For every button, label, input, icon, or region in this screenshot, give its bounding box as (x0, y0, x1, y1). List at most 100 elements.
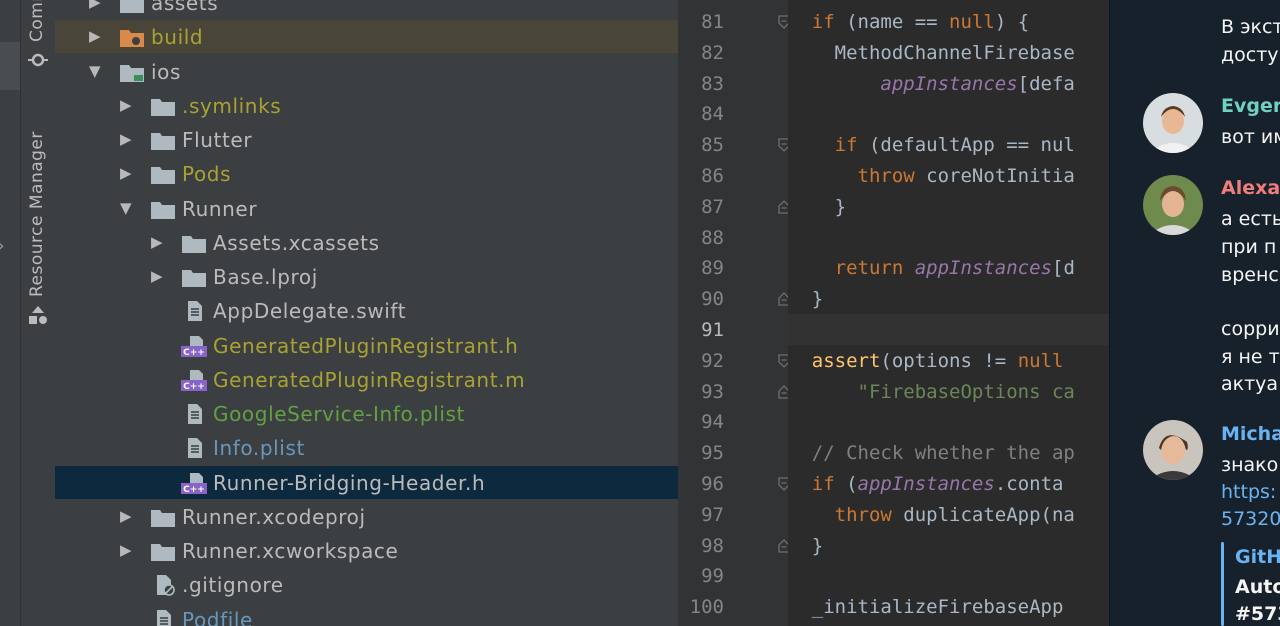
code-line[interactable]: assert(options != null (788, 349, 1064, 373)
line-number[interactable]: 94 (678, 410, 724, 434)
code-line[interactable]: } (788, 195, 846, 219)
code-line[interactable]: "FirebaseOptions ca (788, 380, 1075, 404)
message-line: вот им (1221, 126, 1280, 148)
code-line[interactable]: if (appInstances.conta (788, 472, 1064, 496)
commit-tool-button[interactable]: Commit (27, 0, 47, 42)
tree-item-label: .gitignore (182, 573, 284, 598)
tree-item[interactable]: ▶ Pods (55, 157, 678, 190)
line-number[interactable]: 99 (678, 564, 724, 588)
chevron-down-icon[interactable]: ▼ (120, 199, 132, 217)
code-line[interactable]: // Check whether the ap (788, 441, 1075, 465)
line-number[interactable]: 89 (678, 256, 724, 280)
cpp-header-icon: C++ (181, 472, 207, 495)
chevron-right-icon[interactable]: ▶ (151, 233, 163, 251)
avatar[interactable] (1143, 175, 1203, 235)
avatar[interactable] (1143, 420, 1203, 480)
line-number[interactable]: 81 (678, 10, 724, 34)
line-number[interactable]: 97 (678, 503, 724, 527)
message-link[interactable]: 57320 (1221, 506, 1280, 533)
line-number[interactable]: 95 (678, 441, 724, 465)
tree-item[interactable]: ▶ .symlinks (55, 89, 678, 122)
code-line[interactable]: } (788, 287, 823, 311)
chevron-right-icon[interactable]: ▶ (151, 268, 163, 285)
line-number[interactable]: 90 (678, 287, 724, 311)
message-link[interactable]: https: (1221, 479, 1276, 506)
code-line[interactable]: if (defaultApp == nul (788, 133, 1075, 157)
line-number[interactable]: 98 (678, 534, 724, 558)
tree-item[interactable]: C++ Runner-Bridging-Header.h (55, 465, 678, 499)
code-line[interactable]: return appInstances[d (788, 256, 1075, 280)
code-line[interactable]: appInstances[defa (788, 72, 1074, 96)
folder-icon (181, 232, 207, 254)
line-number[interactable]: 86 (678, 164, 724, 188)
chevron-right-icon[interactable]: ▶ (120, 507, 132, 525)
editor-gutter[interactable]: 81 82 83 84 85 86 87 88 89 90 91 92 93 94 95 96 97 98 99 10… (678, 0, 790, 626)
tree-item[interactable]: Podfile (55, 603, 678, 626)
chevron-right-icon[interactable]: ▶ (120, 96, 132, 114)
line-number[interactable]: 83 (678, 72, 724, 96)
resource-manager-icon[interactable] (26, 305, 50, 325)
svg-text:C++: C++ (183, 382, 205, 391)
code-line[interactable]: } (788, 534, 823, 558)
tree-item[interactable]: ▶ Flutter (55, 123, 678, 156)
tree-item[interactable]: C++ GeneratedPluginRegistrant.m (55, 363, 678, 396)
line-number[interactable]: 92 (678, 349, 724, 373)
avatar[interactable] (1143, 93, 1203, 153)
tree-item[interactable]: C++ GeneratedPluginRegistrant.h (55, 329, 678, 362)
line-number[interactable]: 87 (678, 195, 724, 219)
user-avatar-icon (1143, 175, 1203, 235)
line-number[interactable]: 93 (678, 380, 724, 404)
tree-item[interactable]: Info.plist (55, 431, 678, 464)
chevron-right-icon[interactable]: ▶ (120, 165, 132, 182)
tree-item[interactable]: .gitignore (55, 568, 678, 601)
line-number[interactable]: 96 (678, 472, 724, 496)
code-line[interactable]: throw coreNotInitia (788, 164, 1075, 188)
tree-item[interactable]: GoogleService-Info.plist (55, 397, 678, 430)
line-number[interactable]: 82 (678, 41, 724, 65)
stripe-active-marker (0, 42, 20, 90)
tree-item[interactable]: ▶ build (55, 20, 678, 54)
line-number[interactable]: 100 (678, 595, 724, 619)
tree-item[interactable]: ▼ Runner (55, 192, 678, 225)
chevron-right-icon[interactable]: › (0, 236, 4, 255)
code-line[interactable]: if (name == null) { (788, 10, 1029, 34)
code-line[interactable]: MethodChannelFirebase (788, 41, 1075, 65)
message-author[interactable]: Micha (1221, 421, 1280, 448)
chevron-down-icon[interactable]: ▼ (89, 62, 101, 80)
line-number[interactable]: 84 (678, 102, 724, 126)
link-preview-title[interactable]: GitH (1235, 544, 1280, 571)
user-avatar-icon (1143, 93, 1203, 153)
tree-item[interactable]: ▶ Base.lproj (55, 260, 678, 293)
code-editor[interactable]: if (name == null) { MethodChannelFirebas… (788, 0, 1109, 626)
tree-item[interactable]: ▼ ios (55, 55, 678, 88)
chevron-right-icon[interactable]: ▶ (89, 0, 101, 11)
commit-icon[interactable] (26, 50, 50, 70)
message-author[interactable]: Alexa (1221, 175, 1280, 202)
folder-icon (150, 95, 176, 117)
file-icon (181, 437, 207, 459)
tree-item-label: Runner-Bridging-Header.h (213, 470, 486, 495)
chevron-right-icon[interactable]: ▶ (120, 542, 132, 559)
message-author[interactable]: Evger (1221, 93, 1280, 120)
tree-item[interactable]: ▶ assets (55, 0, 678, 19)
chevron-right-icon[interactable]: ▶ (120, 131, 132, 148)
cpp-header-icon: C++ (181, 369, 207, 392)
chat-panel[interactable]: В экст досту Evger вот им Alexa а есть п… (1109, 0, 1280, 626)
tree-item[interactable]: ▶ Runner.xcworkspace (55, 534, 678, 567)
tree-item-label: Runner.xcworkspace (182, 539, 399, 563)
chevron-right-icon[interactable]: ▶ (89, 28, 101, 45)
tree-item-label: Podfile (182, 607, 253, 626)
code-line[interactable]: _initializeFirebaseApp (788, 595, 1064, 619)
line-number[interactable]: 91 (678, 318, 724, 342)
resource-manager-tool-button[interactable]: Resource Manager (27, 131, 47, 297)
project-tree[interactable]: ▶ assets ▶ build ▼ ios ▶ .symlinks ▶ Flutter ▶ Pods… (55, 0, 678, 626)
line-number[interactable]: 85 (678, 133, 724, 157)
tree-item[interactable]: ▶ Runner.xcodeproj (55, 500, 678, 533)
code-line[interactable]: throw duplicateApp(na (788, 503, 1075, 527)
tree-item[interactable]: AppDelegate.swift (55, 294, 678, 327)
line-number[interactable]: 88 (678, 226, 724, 250)
tree-item-label: assets (151, 0, 219, 15)
svg-text:C++: C++ (183, 348, 205, 357)
tree-item-label: build (151, 25, 204, 50)
tree-item[interactable]: ▶ Assets.xcassets (55, 226, 678, 259)
